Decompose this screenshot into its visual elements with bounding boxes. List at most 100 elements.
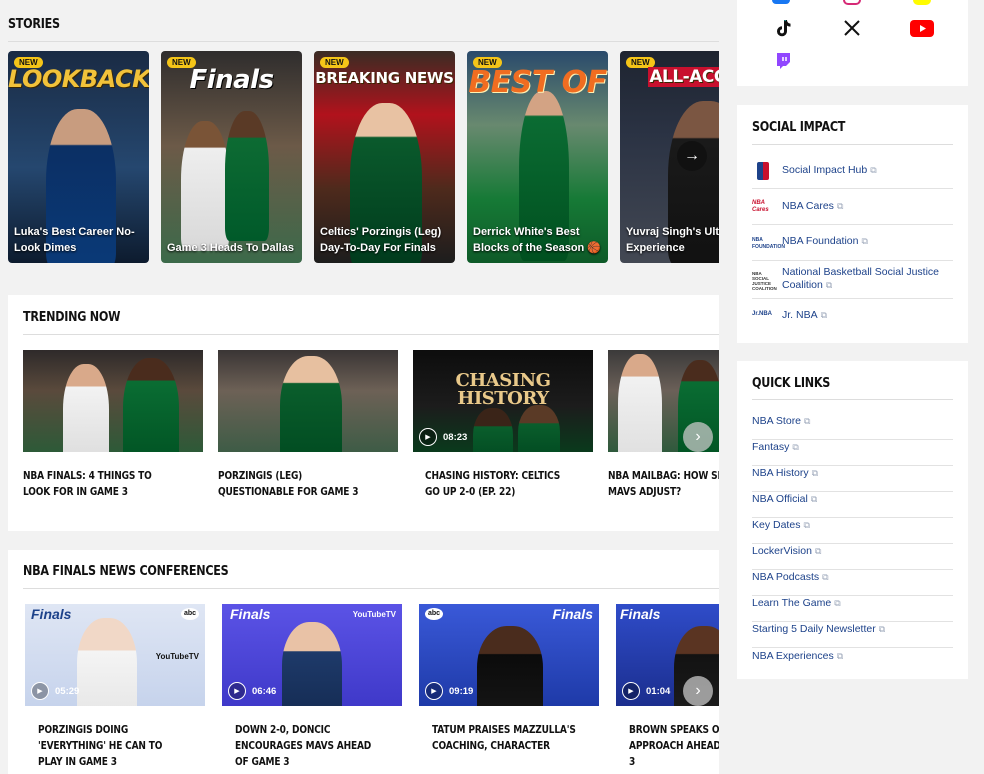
conferences-title: NBA FINALS NEWS CONFERENCES	[23, 564, 229, 579]
chevron-right-icon: ›	[695, 682, 701, 699]
video-title[interactable]: NBA MAILBAG: HOW SHOULD MAVS ADJUST?	[608, 468, 719, 500]
video-thumbnail[interactable]: Finals YouTubeTV ▶ 06:46	[222, 604, 402, 706]
player-image	[473, 408, 513, 452]
arrow-right-icon: →	[684, 147, 700, 164]
nba-foundation-logo: NBA FOUNDATION	[752, 237, 785, 250]
external-link-icon: ⧉	[803, 520, 810, 530]
quick-link-nba-experiences[interactable]: NBA Experiences ⧉	[752, 649, 953, 675]
quick-link-nba-history[interactable]: NBA History ⧉	[752, 466, 953, 492]
x-icon[interactable]	[842, 18, 862, 38]
video-title[interactable]: BROWN SPEAKS ON CELTICS' APPROACH AHEAD …	[629, 722, 719, 770]
quick-links-title: QUICK LINKS	[752, 376, 831, 391]
story-brand: BREAKING NEWS	[315, 69, 454, 87]
story-caption: Game 3 Heads To Dallas	[167, 242, 294, 254]
social-impact-item[interactable]: Jr.NBA Jr. NBA ⧉	[752, 299, 953, 333]
social-impact-link[interactable]: NBA Cares	[782, 200, 834, 212]
social-impact-item[interactable]: NBA SOCIAL JUSTICE COALITION National Ba…	[752, 261, 953, 299]
divider	[752, 144, 953, 145]
video-title[interactable]: PORZINGIS (LEG) QUESTIONABLE FOR GAME 3	[218, 468, 366, 500]
divider	[23, 334, 719, 335]
video-title[interactable]: CHASING HISTORY: CELTICS GO UP 2-0 (EP. …	[425, 468, 573, 500]
tiktok-icon[interactable]	[773, 18, 793, 38]
video-title[interactable]: DOWN 2-0, DONCIC ENCOURAGES MAVS AHEAD O…	[235, 722, 383, 770]
conferences-carousel: Finals abc YouTubeTV ▶ 05:29 PORZINGIS DO…	[25, 604, 719, 774]
story-caption: Derrick White's Best Blocks of the Seaso…	[473, 226, 602, 254]
stories-title: STORIES	[8, 17, 60, 32]
story-card[interactable]: NEW BEST OF Derrick White's Best Blocks …	[467, 51, 608, 263]
twitch-icon[interactable]	[773, 51, 793, 71]
story-card[interactable]: NEW Finals Game 3 Heads To Dallas	[161, 51, 302, 263]
story-card[interactable]: NEW BREAKING NEWS Celtics' Porzingis (Le…	[314, 51, 455, 263]
quick-link-nba-official[interactable]: NBA Official ⧉	[752, 492, 953, 518]
social-impact-link[interactable]: Social Impact Hub	[782, 164, 867, 176]
external-link-icon: ⧉	[861, 236, 868, 246]
video-title[interactable]: TATUM PRAISES MAZZULLA'S COACHING, CHARA…	[432, 722, 580, 754]
quick-link-lockervision[interactable]: LockerVision ⧉	[752, 544, 953, 570]
youtube-icon[interactable]	[909, 18, 935, 38]
youtube-tv-logo: YouTubeTV	[155, 652, 199, 661]
snapchat-icon[interactable]	[913, 0, 931, 5]
divider	[752, 399, 953, 400]
social-impact-item[interactable]: Social Impact Hub ⧉	[752, 153, 953, 189]
quick-link-nba-podcasts[interactable]: NBA Podcasts ⧉	[752, 570, 953, 596]
social-impact-item[interactable]: NBA Cares NBA Cares ⧉	[752, 189, 953, 225]
quick-links-card: QUICK LINKS NBA Store ⧉ Fantasy ⧉ NBA Hist…	[737, 361, 968, 679]
new-badge: NEW	[320, 57, 349, 68]
quick-link-nba-store[interactable]: NBA Store ⧉	[752, 414, 953, 440]
video-title[interactable]: NBA FINALS: 4 THINGS TO LOOK FOR IN GAME…	[23, 468, 171, 500]
story-brand: BEST OF	[468, 65, 607, 100]
social-impact-item[interactable]: NBA FOUNDATION NBA Foundation ⧉	[752, 225, 953, 261]
chevron-right-icon: ›	[695, 428, 701, 445]
facebook-icon[interactable]	[772, 0, 790, 4]
stories-next-button[interactable]: →	[677, 141, 707, 171]
story-brand: LOOKBACKS	[8, 65, 149, 93]
video-duration: ▶ 01:04	[622, 682, 670, 700]
play-icon: ▶	[419, 428, 437, 446]
quick-link-fantasy[interactable]: Fantasy ⧉	[752, 440, 953, 466]
finals-logo: Finals	[552, 606, 593, 622]
video-duration: ▶ 05:29	[31, 682, 79, 700]
abc-logo: abc	[425, 608, 443, 620]
player-image	[63, 364, 109, 452]
nba-cares-logo: NBA Cares	[752, 200, 769, 213]
external-link-icon: ⧉	[836, 651, 844, 661]
conferences-next-button[interactable]: ›	[683, 676, 713, 706]
video-duration: ▶ 06:46	[228, 682, 276, 700]
player-image	[77, 618, 137, 706]
player-image	[280, 356, 342, 452]
story-caption: Celtics' Porzingis (Leg) Day-To-Day For …	[320, 226, 442, 254]
conferences-section: NBA FINALS NEWS CONFERENCES Finals abc Y…	[8, 550, 719, 774]
player-image	[181, 121, 229, 251]
social-impact-card: SOCIAL IMPACT Social Impact Hub ⧉ NBA Car…	[737, 105, 968, 343]
external-link-icon: ⧉	[810, 494, 818, 504]
video-thumbnail[interactable]	[218, 350, 398, 452]
video-title[interactable]: PORZINGIS DOING 'EVERYTHING' HE CAN TO P…	[38, 722, 186, 770]
nbsjc-logo: NBA SOCIAL JUSTICE COALITION	[752, 271, 777, 291]
finals-logo: Finals	[230, 606, 271, 622]
external-link-icon: ⧉	[804, 416, 811, 426]
social-impact-link[interactable]: National Basketball Social Justice Coali…	[782, 266, 939, 291]
divider	[23, 588, 719, 589]
player-image	[123, 358, 179, 452]
nba-logo-icon	[757, 162, 769, 180]
quick-link-key-dates[interactable]: Key Dates ⧉	[752, 518, 953, 544]
video-thumbnail[interactable]: Finals abc ▶ 09:19	[419, 604, 599, 706]
player-image	[618, 354, 662, 452]
video-thumbnail[interactable]	[23, 350, 203, 452]
external-link-icon: ⧉	[878, 624, 886, 634]
video-thumbnail[interactable]: CHASING HISTORY ▶ 08:23	[413, 350, 593, 452]
stories-carousel: NEW LOOKBACKS Luka's Best Career No-Look…	[8, 51, 719, 263]
play-icon: ▶	[31, 682, 49, 700]
video-thumbnail[interactable]: Finals abc YouTubeTV ▶ 05:29	[25, 604, 205, 706]
social-impact-link[interactable]: NBA Foundation	[782, 235, 858, 247]
story-card[interactable]: NEW LOOKBACKS Luka's Best Career No-Look…	[8, 51, 149, 263]
finals-logo: Finals	[31, 606, 72, 622]
external-link-icon: ⧉	[834, 598, 841, 608]
quick-link-learn-the-game[interactable]: Learn The Game ⧉	[752, 596, 953, 622]
external-link-icon: ⧉	[820, 310, 828, 320]
trending-next-button[interactable]: ›	[683, 422, 713, 452]
social-impact-link[interactable]: Jr. NBA	[782, 309, 818, 321]
external-link-icon: ⧉	[825, 280, 833, 290]
instagram-icon[interactable]	[843, 0, 861, 5]
quick-link-starting-5-newsletter[interactable]: Starting 5 Daily Newsletter ⧉	[752, 622, 953, 648]
